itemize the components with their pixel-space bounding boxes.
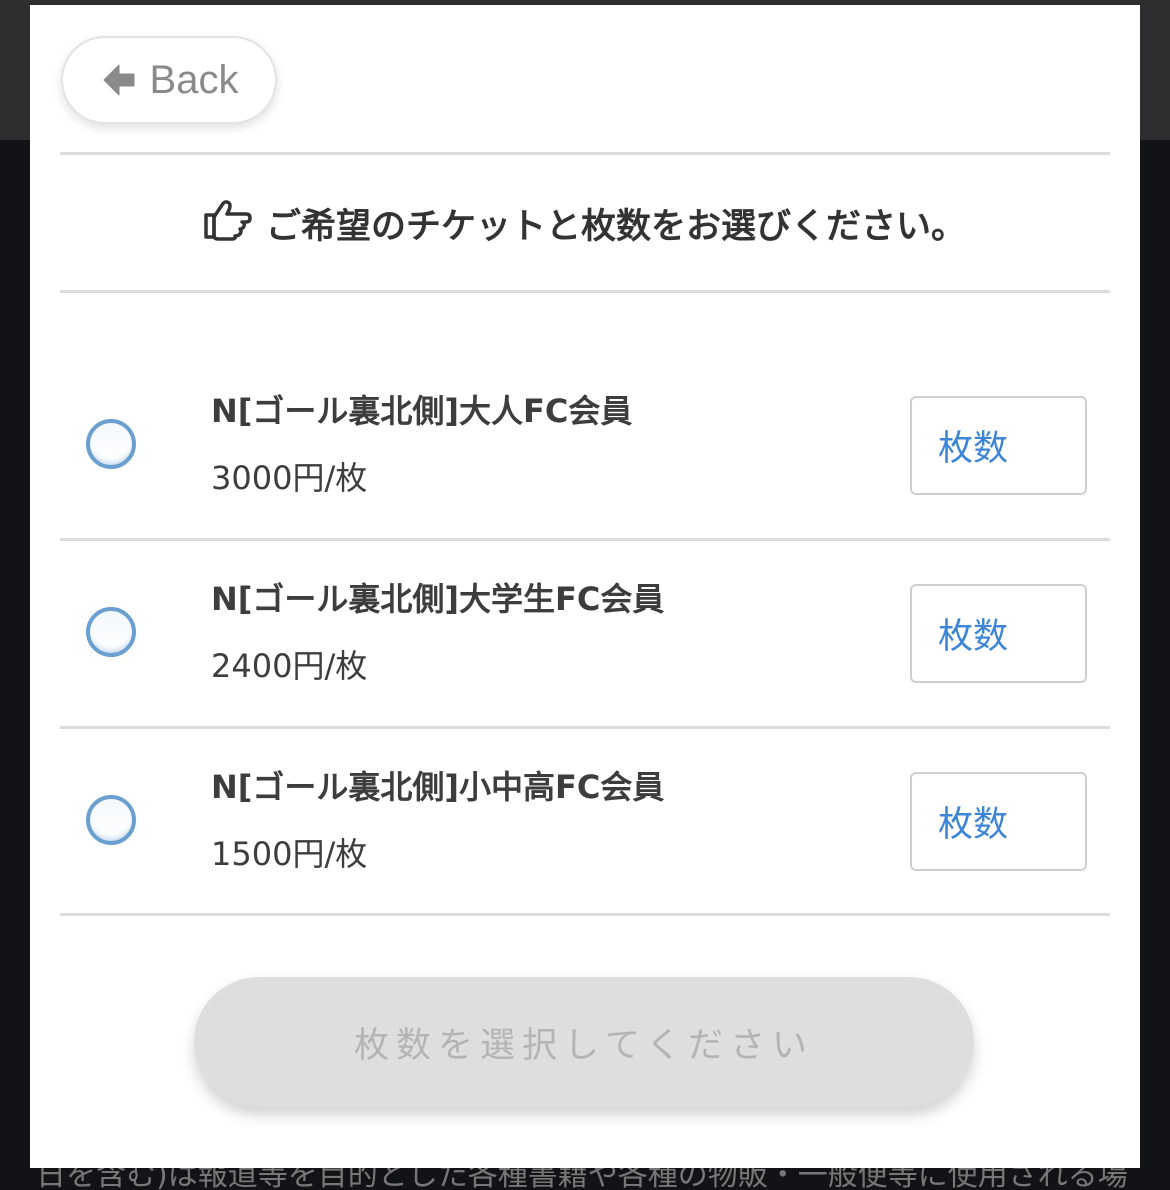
quantity-select[interactable]: 枚数 [910, 396, 1087, 495]
ticket-name: N[ゴール裏北側]小中高FC会員 [211, 768, 665, 806]
ticket-option[interactable]: N[ゴール裏北側]大学生FC会員 2400円/枚 枚数 [60, 542, 1110, 727]
submit-label: 枚数を選択してください [354, 1025, 814, 1066]
ticket-name: N[ゴール裏北側]大学生FC会員 [211, 580, 665, 618]
ticket-name: N[ゴール裏北側]大人FC会員 [211, 392, 633, 430]
ticket-option[interactable]: N[ゴール裏北側]小中高FC会員 1500円/枚 枚数 [60, 730, 1110, 915]
divider [60, 538, 1110, 541]
ticket-price: 2400円/枚 [211, 647, 368, 685]
back-button[interactable]: Back [61, 36, 277, 124]
ticket-selection-modal: Back ご希望のチケットと枚数をお選びください。 N[ゴール裏北側]大人FC会… [30, 5, 1140, 1168]
quantity-select[interactable]: 枚数 [910, 584, 1087, 683]
quantity-placeholder: 枚数 [938, 617, 1009, 657]
quantity-placeholder: 枚数 [938, 805, 1009, 845]
submit-button[interactable]: 枚数を選択してください [194, 977, 974, 1107]
quantity-placeholder: 枚数 [938, 429, 1009, 469]
ticket-price: 3000円/枚 [211, 459, 368, 497]
divider [60, 726, 1110, 729]
divider [60, 290, 1110, 293]
ticket-radio[interactable] [86, 795, 136, 845]
quantity-select[interactable]: 枚数 [910, 772, 1087, 871]
ticket-option[interactable]: N[ゴール裏北側]大人FC会員 3000円/枚 枚数 [60, 354, 1110, 539]
back-label: Back [149, 57, 239, 102]
hand-pointing-right-icon [204, 197, 252, 250]
ticket-price: 1500円/枚 [211, 835, 368, 873]
arrow-left-icon [100, 61, 138, 99]
ticket-radio[interactable] [86, 419, 136, 469]
instruction-heading: ご希望のチケットと枚数をお選びください。 [60, 155, 1110, 292]
divider [60, 913, 1110, 916]
ticket-radio[interactable] [86, 607, 136, 657]
instruction-text: ご希望のチケットと枚数をお選びください。 [265, 207, 966, 247]
